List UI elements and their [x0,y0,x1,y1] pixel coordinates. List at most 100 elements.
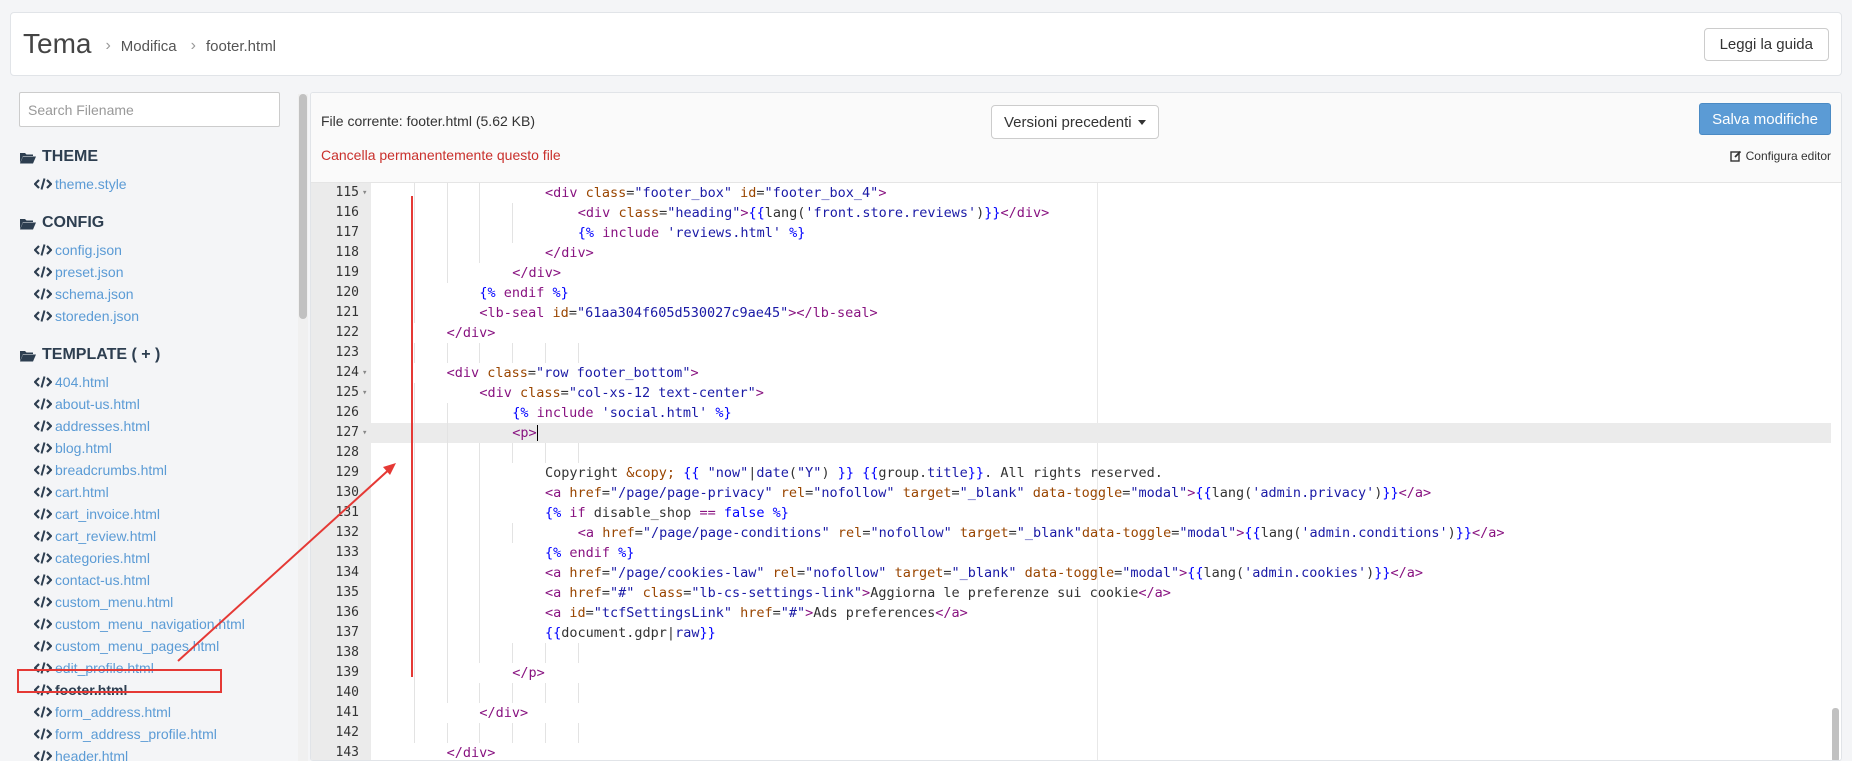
code-line[interactable]: 141 </div> [311,703,1831,723]
file-label: custom_menu_pages.html [55,638,220,654]
file-item[interactable]: contact-us.html [19,569,291,591]
save-changes-button[interactable]: Salva modifiche [1699,103,1831,135]
file-label: custom_menu_navigation.html [55,616,245,632]
breadcrumb-modifica[interactable]: Modifica [121,38,177,55]
file-label: schema.json [55,286,134,302]
code-line[interactable]: 132 <a href="/page/page-conditions" rel="… [311,523,1831,543]
file-item[interactable]: categories.html [19,547,291,569]
code-line[interactable]: 131 {% if disable_shop == false %} [311,503,1831,523]
file-item[interactable]: cart.html [19,481,291,503]
file-item[interactable]: cart_review.html [19,525,291,547]
file-item[interactable]: about-us.html [19,393,291,415]
indent-guide [479,183,481,203]
previous-versions-button[interactable]: Versioni precedenti [991,105,1159,139]
code-token: 'admin.conditions' [1301,525,1448,541]
code-line[interactable]: 118 </div> [311,243,1831,263]
file-item[interactable]: custom_menu_pages.html [19,635,291,657]
section-template[interactable]: TEMPLATE ( + ) [19,344,291,366]
code-line[interactable]: 142 [311,723,1831,743]
code-file-icon [34,750,52,761]
code-token: = [527,365,537,381]
code-line[interactable]: 138 [311,643,1831,663]
code-token: &copy; [626,465,676,481]
code-line[interactable]: 117 {% include 'reviews.html' %} [311,223,1831,243]
code-token: }} [699,625,716,641]
file-item[interactable]: form_address.html [19,701,291,723]
editor-scrollbar-thumb[interactable] [1832,708,1839,760]
code-line[interactable]: 135 <a href="#" class="lb-cs-settings-lin… [311,583,1831,603]
delete-file-link[interactable]: Cancella permanentemente questo file [321,147,561,163]
code-token: </a> [935,605,968,621]
code-token: . All rights reserved. [984,465,1163,481]
code-line[interactable]: 122 </div> [311,323,1831,343]
code-text: {% if disable_shop == false %} [545,503,789,523]
code-line[interactable]: 136 <a id="tcfSettingsLink" href="#">Ads … [311,603,1831,623]
code-line[interactable]: 126 {% include 'social.html' %} [311,403,1831,423]
line-number: 143 [335,745,359,760]
file-item[interactable]: cart_invoice.html [19,503,291,525]
code-token: include [602,225,668,241]
fold-toggle-icon[interactable]: ▾ [362,363,367,383]
code-token: <div [479,385,521,401]
code-line[interactable]: 134 <a href="/page/cookies-law" rel="nofo… [311,563,1831,583]
file-item[interactable]: addresses.html [19,415,291,437]
code-token: ></lb-seal> [788,305,878,321]
code-token: == [699,505,716,521]
code-line[interactable]: 133 {% endif %} [311,543,1831,563]
code-line[interactable]: 137 {{document.gdpr|raw}} [311,623,1831,643]
code-file-icon [34,574,52,586]
code-token: %} [781,225,806,241]
file-item[interactable]: theme.style [19,173,291,195]
code-token: "/page/page-privacy" [610,485,773,501]
fold-toggle-icon[interactable]: ▾ [362,183,367,203]
file-item[interactable]: config.json [19,239,291,261]
code-line[interactable]: 139 </p> [311,663,1831,683]
sidebar-scrollbar-thumb[interactable] [299,94,307,319]
code-line[interactable]: 119 </div> [311,263,1831,283]
code-line[interactable]: 128 [311,443,1831,463]
file-item[interactable]: breadcrumbs.html [19,459,291,481]
file-item[interactable]: custom_menu_navigation.html [19,613,291,635]
file-item[interactable]: header.html [19,745,291,761]
code-text: {% endif %} [545,543,634,563]
search-filename-input[interactable] [19,92,280,127]
code-line[interactable]: 115 ▾ <div class="footer_box" id="footer_b… [311,183,1831,203]
code-token: </a> [1398,485,1432,501]
code-token: </a> [1472,525,1505,541]
code-line[interactable]: 129 Copyright &copy; {{ "now"|date("Y") }… [311,463,1831,483]
indent-guide [512,643,514,663]
code-line[interactable]: 140 [311,683,1831,703]
file-item[interactable]: blog.html [19,437,291,459]
section-config[interactable]: CONFIG [19,212,291,234]
section-theme[interactable]: THEME [19,146,291,168]
file-item[interactable]: custom_menu.html [19,591,291,613]
configure-editor-link[interactable]: Configura editor [1729,149,1831,163]
code-file-icon [34,508,52,520]
code-line[interactable]: 120 {% endif %} [311,283,1831,303]
guide-button[interactable]: Leggi la guida [1703,28,1829,61]
code-line[interactable]: 116 <div class="heading">{{lang('front.st… [311,203,1831,223]
code-editor[interactable]: 115 ▾ <div class="footer_box" id="footer_b… [311,183,1841,760]
code-token: }} [837,465,854,481]
indent-guide [446,723,448,743]
fold-toggle-icon[interactable]: ▾ [362,383,367,403]
file-item[interactable]: storeden.json [19,305,291,327]
code-line[interactable]: 123 [311,343,1831,363]
file-item[interactable]: 404.html [19,371,291,393]
code-line[interactable]: 130 <a href="/page/page-privacy" rel="nof… [311,483,1831,503]
code-line[interactable]: 143 </div> [311,743,1831,760]
file-item[interactable]: preset.json [19,261,291,283]
code-token: href [602,525,635,541]
code-file-icon [34,420,52,432]
indent-guide [479,683,481,703]
fold-toggle-icon[interactable]: ▾ [362,423,367,443]
code-line[interactable]: 125 ▾ <div class="col-xs-12 text-center"> [311,383,1831,403]
code-line[interactable]: 121 <lb-seal id="61aa304f605d530027c9ae45… [311,303,1831,323]
code-line[interactable]: 127 ▾ <p> [311,423,1831,443]
indent-guide [479,543,481,563]
code-line[interactable]: 124 ▾ <div class="row footer_bottom"> [311,363,1831,383]
file-item[interactable]: schema.json [19,283,291,305]
file-item[interactable]: form_address_profile.html [19,723,291,745]
